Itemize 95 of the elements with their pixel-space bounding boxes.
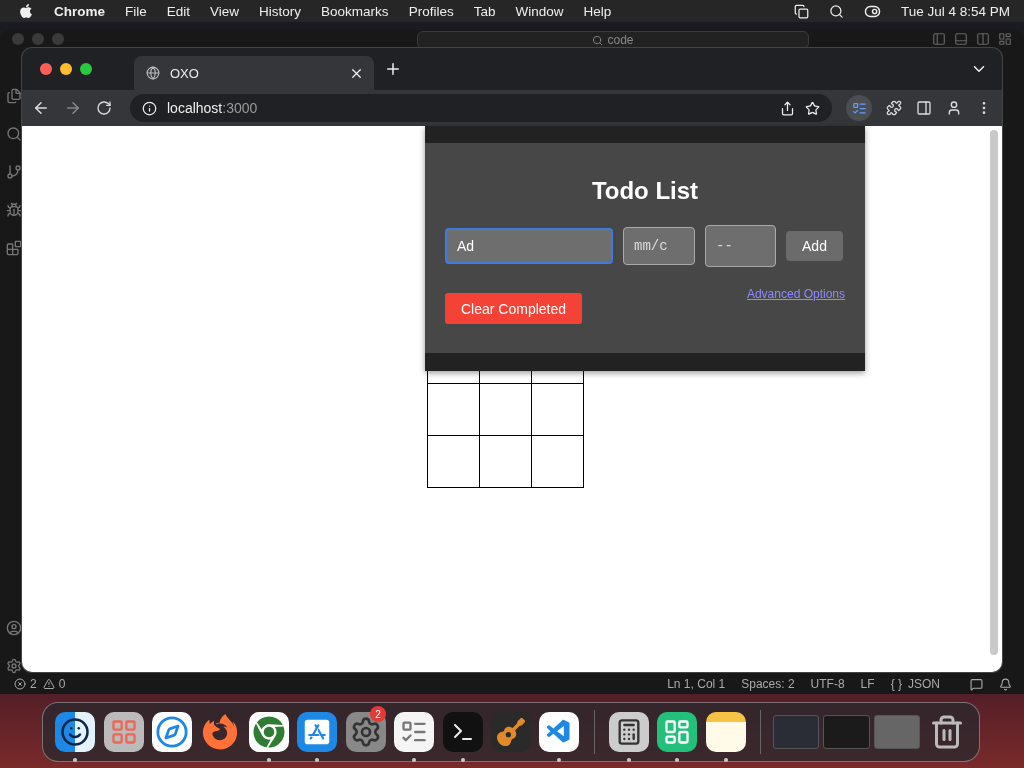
- bell-icon[interactable]: [999, 677, 1012, 691]
- guitar-icon[interactable]: [491, 712, 531, 752]
- language-mode[interactable]: JSON: [908, 677, 940, 691]
- window-thumbnail[interactable]: [823, 715, 870, 749]
- puzzle-icon[interactable]: [886, 100, 902, 116]
- running-indicator: [266, 758, 271, 762]
- search-icon: [592, 34, 604, 46]
- compass-icon[interactable]: [152, 712, 193, 752]
- status-item[interactable]: Spaces: 2: [741, 677, 795, 691]
- tab-title: OXO: [170, 65, 200, 81]
- account-icon[interactable]: [6, 620, 22, 636]
- search-icon[interactable]: [828, 3, 844, 19]
- bug-icon[interactable]: [6, 202, 22, 218]
- window-thumbnail[interactable]: [873, 715, 921, 749]
- list-extension-icon[interactable]: [846, 95, 872, 121]
- notes-icon[interactable]: [705, 712, 746, 752]
- url-text: localhost:3000: [167, 100, 258, 116]
- warning-count[interactable]: 0: [58, 677, 66, 691]
- braces-symbol[interactable]: { }: [890, 677, 902, 691]
- running-indicator: [626, 758, 631, 762]
- face-icon[interactable]: [55, 712, 96, 752]
- reload-icon[interactable]: [96, 100, 112, 116]
- status-item[interactable]: Ln 1, Col 1: [667, 677, 726, 691]
- split-layout-icon[interactable]: [976, 32, 990, 46]
- panel-toggle-icon[interactable]: [954, 32, 968, 46]
- task-input[interactable]: Ad: [445, 228, 613, 264]
- running-indicator: [73, 758, 78, 762]
- error-count[interactable]: 2: [30, 677, 37, 691]
- time-input[interactable]: --: [705, 225, 776, 267]
- clear-completed-button[interactable]: Clear Completed: [445, 293, 583, 324]
- square-logo-icon[interactable]: [657, 712, 698, 752]
- grid-icon[interactable]: [103, 712, 144, 752]
- running-indicator: [315, 758, 320, 762]
- notepad-icon[interactable]: [394, 712, 435, 752]
- globe-icon: [146, 66, 160, 80]
- ribbon-logo-icon[interactable]: [539, 712, 580, 752]
- running-indicator: [460, 758, 465, 762]
- status-item[interactable]: LF: [860, 677, 875, 691]
- forward-icon[interactable]: [64, 99, 82, 117]
- running-indicator: [412, 758, 417, 762]
- running-indicator: [675, 758, 680, 762]
- side-panel-icon[interactable]: [916, 100, 932, 116]
- running-indicator: [557, 758, 562, 762]
- board-cell[interactable]: [480, 384, 532, 436]
- popup-title: Todo List: [590, 177, 700, 205]
- error-icon: [14, 678, 26, 690]
- feedback-icon[interactable]: [970, 677, 983, 691]
- blocks-icon[interactable]: [6, 240, 22, 256]
- browser-tab[interactable]: OXO: [134, 56, 374, 90]
- screen-mirroring-icon[interactable]: [793, 3, 809, 19]
- menu-item[interactable]: Help: [583, 3, 612, 19]
- status-item[interactable]: UTF-8: [810, 677, 845, 691]
- layout-icon[interactable]: [998, 32, 1012, 46]
- back-icon[interactable]: [32, 99, 50, 117]
- board-cell[interactable]: [480, 436, 532, 488]
- date-input[interactable]: mm/c: [623, 227, 695, 265]
- warning-icon: [42, 678, 55, 690]
- add-button[interactable]: Add: [786, 231, 843, 261]
- board-cell[interactable]: [428, 384, 480, 436]
- sidebar-toggle-icon[interactable]: [932, 32, 946, 46]
- minimize-icon[interactable]: [60, 63, 72, 75]
- running-indicator: [723, 758, 728, 762]
- files-icon[interactable]: [6, 88, 22, 104]
- a-shape-icon[interactable]: [297, 712, 338, 752]
- gear-icon[interactable]: [345, 712, 386, 752]
- close-icon[interactable]: [40, 63, 52, 75]
- settings-icon[interactable]: [6, 658, 22, 674]
- app-menu[interactable]: Chrome: [54, 3, 105, 19]
- address-bar[interactable]: localhost:3000: [130, 94, 832, 122]
- profile-icon[interactable]: [946, 100, 962, 116]
- apple-logo-icon[interactable]: [18, 3, 34, 19]
- notification-badge: 2: [369, 706, 386, 722]
- menu-item[interactable]: History: [259, 3, 302, 19]
- menu-item[interactable]: Window: [515, 3, 564, 19]
- star-icon[interactable]: [805, 100, 820, 116]
- menu-item[interactable]: Bookmarks: [321, 3, 389, 19]
- window-thumbnail[interactable]: [772, 715, 820, 749]
- menu-item[interactable]: Edit: [166, 3, 191, 19]
- board-cell[interactable]: [532, 436, 584, 488]
- board-cell[interactable]: [428, 436, 480, 488]
- calculator-icon[interactable]: [608, 712, 649, 752]
- menu-item[interactable]: View: [210, 3, 240, 19]
- board-cell[interactable]: [532, 384, 584, 436]
- share-icon[interactable]: [780, 100, 795, 116]
- menu-clock[interactable]: Tue Jul 4 8:54 PM: [900, 3, 1010, 19]
- menu-item[interactable]: Profiles: [408, 3, 454, 19]
- info-icon: [142, 100, 157, 116]
- branch-icon[interactable]: [6, 164, 22, 180]
- maximize-icon[interactable]: [80, 63, 92, 75]
- new-tab-icon[interactable]: [384, 60, 402, 78]
- search-text: code: [607, 33, 634, 47]
- ring-logo-icon[interactable]: [248, 712, 289, 752]
- terminal-icon[interactable]: [442, 712, 483, 752]
- menu-item[interactable]: Tab: [473, 3, 496, 19]
- menu-item[interactable]: File: [125, 3, 147, 19]
